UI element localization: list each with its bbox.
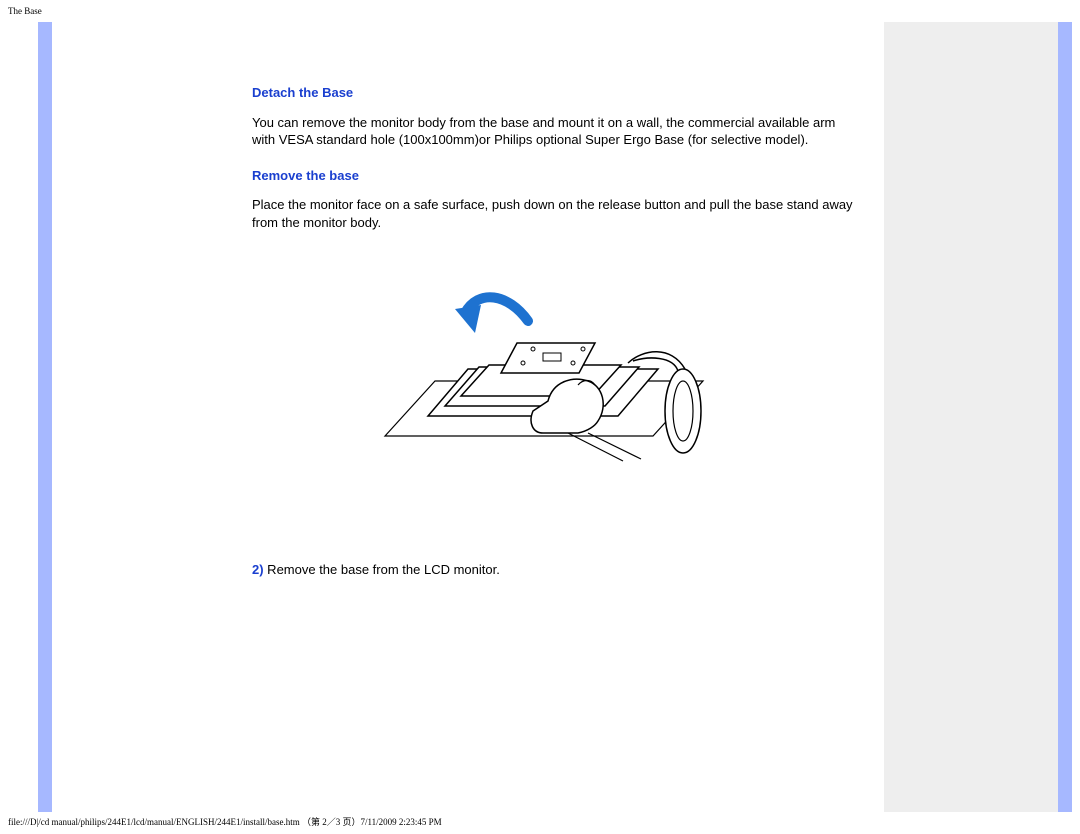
paragraph-remove-base: Place the monitor face on a safe surface…	[252, 196, 854, 231]
accent-bar-right	[1058, 22, 1072, 812]
paragraph-detach-base: You can remove the monitor body from the…	[252, 114, 854, 149]
heading-remove-base: Remove the base	[252, 167, 854, 185]
heading-detach-base: Detach the Base	[252, 84, 854, 102]
illustration-remove-base	[373, 261, 733, 491]
page-footer-path: file:///D|/cd manual/philips/244E1/lcd/m…	[8, 815, 442, 828]
illustration-wrap	[252, 261, 854, 491]
content-inner: Detach the Base You can remove the monit…	[52, 22, 884, 599]
step-2-text: Remove the base from the LCD monitor.	[264, 562, 500, 577]
sidebar-gray	[884, 22, 1058, 812]
page-wrap: Detach the Base You can remove the monit…	[0, 22, 1080, 812]
step-2-number: 2)	[252, 562, 264, 577]
content-column: Detach the Base You can remove the monit…	[52, 22, 884, 812]
accent-bar-left	[38, 22, 52, 812]
page-header-label: The Base	[8, 6, 42, 16]
step-2-line: 2) Remove the base from the LCD monitor.	[252, 561, 854, 579]
